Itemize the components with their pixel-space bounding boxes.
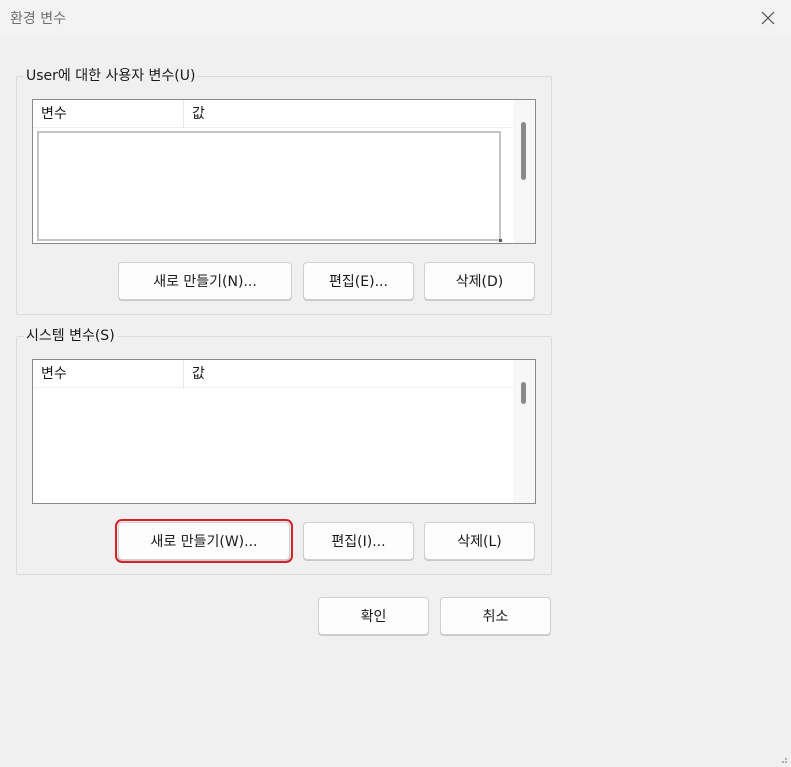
column-header-value[interactable]: 값	[184, 100, 513, 128]
window-title: 환경 변수	[10, 11, 66, 27]
user-delete-button[interactable]: 삭제(D)	[424, 262, 535, 300]
column-header-variable[interactable]: 변수	[33, 360, 184, 388]
system-variables-group: 시스템 변수(S) 변수 값 새로 만들기(W)... 편집(I)... 삭제(…	[16, 328, 552, 575]
system-variables-list[interactable]: 변수 값	[32, 359, 536, 504]
system-edit-button[interactable]: 편집(I)...	[303, 522, 414, 560]
user-variables-list[interactable]: 변수 값	[32, 99, 536, 244]
system-new-button[interactable]: 새로 만들기(W)...	[115, 519, 293, 563]
system-variables-scrollbar[interactable]	[513, 360, 535, 503]
resize-grip-icon[interactable]	[778, 754, 788, 764]
user-variables-group: User에 대한 사용자 변수(U) 변수 값 새로 만들기(N)... 편집(…	[16, 68, 552, 315]
dialog-client-area: User에 대한 사용자 변수(U) 변수 값 새로 만들기(N)... 편집(…	[0, 36, 791, 767]
system-variables-header: 변수 값	[33, 360, 513, 388]
ok-button[interactable]: 확인	[318, 597, 429, 635]
user-new-button[interactable]: 새로 만들기(N)...	[118, 262, 292, 300]
cancel-button[interactable]: 취소	[440, 597, 551, 635]
system-delete-button[interactable]: 삭제(L)	[424, 522, 535, 560]
system-variables-label: 시스템 변수(S)	[24, 328, 117, 345]
user-variables-label: User에 대한 사용자 변수(U)	[24, 68, 198, 85]
title-bar: 환경 변수	[0, 0, 791, 36]
user-variables-scrollbar[interactable]	[513, 100, 535, 243]
close-button[interactable]	[745, 0, 791, 36]
close-icon	[761, 11, 775, 25]
user-variables-header: 변수 값	[33, 100, 513, 128]
user-edit-button[interactable]: 편집(E)...	[303, 262, 414, 300]
user-variables-rows[interactable]	[37, 131, 502, 242]
scrollbar-thumb[interactable]	[521, 382, 526, 404]
scrollbar-thumb[interactable]	[521, 122, 526, 180]
column-header-variable[interactable]: 변수	[33, 100, 184, 128]
column-header-value[interactable]: 값	[184, 360, 513, 388]
